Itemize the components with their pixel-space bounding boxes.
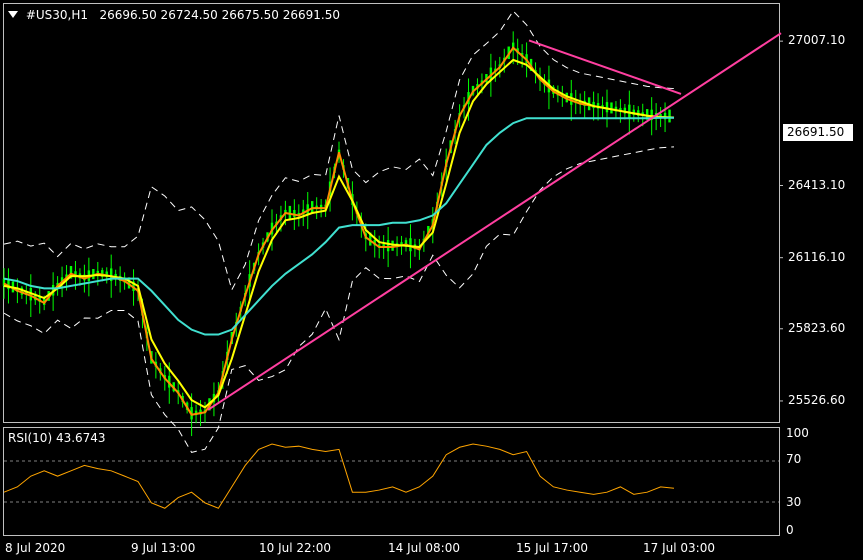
symbol-label: #US30,H1 (25, 8, 89, 22)
price-tick-label: 26413.10 (788, 177, 846, 192)
rsi-plot-border (3, 427, 780, 536)
price-tick-label: 27007.10 (788, 33, 846, 48)
time-tick-label: 14 Jul 08:00 (388, 541, 460, 555)
candle-body (610, 102, 613, 114)
candle-body (391, 240, 394, 251)
collapse-triangle-icon[interactable] (8, 11, 18, 18)
time-tick-label: 15 Jul 17:00 (516, 541, 588, 555)
candle-body (288, 205, 292, 219)
time-tick-label: 17 Jul 03:00 (643, 541, 715, 555)
ma-fast-line (3, 46, 675, 416)
rsi-tick-label: 30 (786, 494, 802, 509)
lower-band (3, 146, 675, 453)
candle-body (386, 240, 390, 252)
price-tick-label: 26116.10 (788, 249, 846, 264)
chart-header: #US30,H1 26696.50 26724.50 26675.50 2669… (8, 8, 340, 22)
candle-body (311, 201, 314, 213)
rsi-tick-label: 0 (786, 523, 794, 537)
rsi-label: RSI(10) 43.6743 (8, 431, 106, 445)
rsi-line (3, 443, 675, 509)
time-tick-label: 10 Jul 22:00 (259, 541, 331, 555)
rsi-tick-label: 100 (786, 426, 809, 440)
ma-mid-line (3, 58, 675, 409)
ohlc-values: 26696.50 26724.50 26675.50 26691.50 (99, 8, 340, 22)
candle-body (628, 104, 631, 118)
price-tick-label: 25526.60 (788, 392, 846, 407)
current-price-tag: 26691.50 (783, 124, 853, 141)
candle-body (409, 238, 412, 252)
candle-body (668, 109, 671, 123)
price-tick-label: 25823.60 (788, 320, 846, 335)
rsi-plot[interactable] (3, 443, 675, 509)
price-plot[interactable] (2, 10, 783, 453)
rsi-tick-label: 70 (786, 452, 802, 467)
time-tick-label: 9 Jul 13:00 (131, 541, 196, 555)
candle-body (605, 102, 609, 113)
chart-window (2, 3, 783, 536)
main-plot-border (3, 3, 780, 423)
time-tick-label: 8 Jul 2020 (5, 541, 66, 555)
resistance-trendline (528, 39, 682, 95)
